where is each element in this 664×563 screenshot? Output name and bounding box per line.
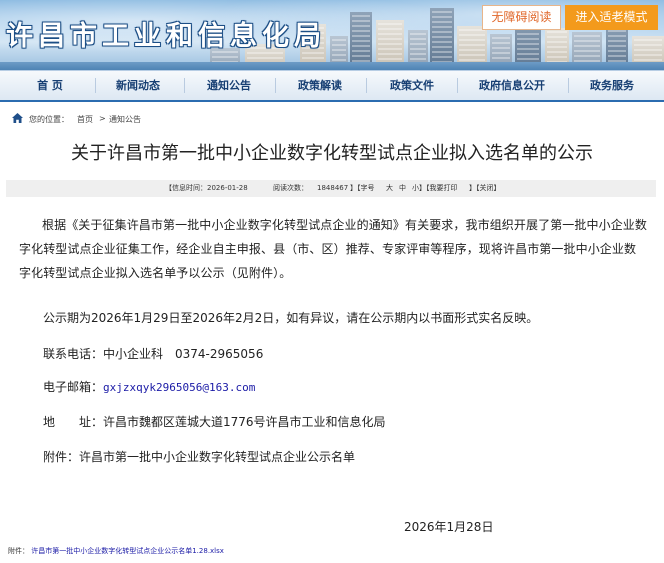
meta-date: 【信息时间：2026-01-28 <box>165 184 248 192</box>
nav-item-government-disclosure[interactable]: 政府信息公开 <box>462 71 562 100</box>
breadcrumb-current-link[interactable]: 通知公告 <box>109 114 141 125</box>
nav-item-policy-documents[interactable]: 政策文件 <box>372 71 452 100</box>
breadcrumb-prefix: 您的位置： <box>29 115 69 124</box>
nav-divider <box>457 78 458 93</box>
close-link[interactable]: 】【关闭】 <box>469 180 501 197</box>
main-nav: 首 页 新闻动态 通知公告 政策解读 政策文件 政府信息公开 政务服务 <box>0 70 664 102</box>
article-paragraph-notice-period: 公示期为2026年1月29日至2026年2月2日，如有异议，请在公示期内以书面形… <box>43 311 539 325</box>
font-size-large-link[interactable]: 大 <box>386 180 393 197</box>
article-paragraph-intro: 根据《关于征集许昌市第一批中小企业数字化转型试点企业的通知》有关要求，我市组织开… <box>19 218 648 280</box>
contact-address-label: 地 址： <box>43 415 104 429</box>
banner-building <box>430 8 454 70</box>
contact-address-line: 地 址：许昌市魏都区莲城大道1776号许昌市工业和信息化局 <box>43 413 386 430</box>
contact-phone-value: 中小企业科 0374-2965056 <box>103 347 264 361</box>
font-size-medium-link[interactable]: 中 <box>399 180 406 197</box>
contact-phone-line: 联系电话：中小企业科 0374-2965056 <box>43 345 263 362</box>
breadcrumb: 您的位置： 首页 > 通知公告 <box>0 110 664 128</box>
contact-email-link[interactable]: gxjzxqyk2965056@163.com <box>103 381 255 394</box>
nav-divider <box>275 78 276 93</box>
meta-views-count: 1848467 <box>317 184 349 192</box>
nav-item-policy-interpretation[interactable]: 政策解读 <box>280 71 360 100</box>
article-meta-bar: 【信息时间：2026-01-28 阅读次数： 1848467 】【字号 大 中 … <box>6 180 656 197</box>
nav-divider <box>366 78 367 93</box>
nav-item-services[interactable]: 政务服务 <box>572 71 652 100</box>
contact-address-value: 许昌市魏都区莲城大道1776号许昌市工业和信息化局 <box>103 415 386 429</box>
print-link[interactable]: 】【我要打印 <box>419 180 458 197</box>
accessibility-button[interactable]: 无障碍阅读 <box>482 5 561 30</box>
article-sign-date: 2026年1月28日 <box>404 520 494 534</box>
header-banner: 许昌市工业和信息化局 无障碍阅读 进入适老模式 <box>0 0 664 70</box>
attachment-bar: 附件： 许昌市第一批中小企业数字化转型试点企业公示名单1.28.xlsx <box>8 546 224 556</box>
meta-font-size-label: 】【字号 <box>350 184 375 192</box>
contact-phone-label: 联系电话： <box>43 347 104 361</box>
attachment-label: 附件： <box>8 547 29 555</box>
font-size-small-link[interactable]: 小 <box>412 180 419 197</box>
meta-views-label: 阅读次数： <box>273 184 308 192</box>
article-attachment-line: 附件：许昌市第一批中小企业数字化转型试点企业公示名单 <box>43 450 356 464</box>
elder-mode-button[interactable]: 进入适老模式 <box>565 5 658 30</box>
contact-email-label: 电子邮箱： <box>43 380 104 394</box>
nav-item-news[interactable]: 新闻动态 <box>98 71 178 100</box>
article-title: 关于许昌市第一批中小企业数字化转型试点企业拟入选名单的公示 <box>71 143 593 164</box>
breadcrumb-separator: > <box>99 114 106 123</box>
nav-item-notices[interactable]: 通知公告 <box>189 71 269 100</box>
home-icon <box>12 113 23 123</box>
nav-item-home[interactable]: 首 页 <box>10 71 90 100</box>
site-title: 许昌市工业和信息化局 <box>6 21 326 52</box>
nav-divider <box>184 78 185 93</box>
banner-water <box>0 62 664 70</box>
nav-divider <box>95 78 96 93</box>
nav-divider <box>568 78 569 93</box>
attachment-file-link[interactable]: 许昌市第一批中小企业数字化转型试点企业公示名单1.28.xlsx <box>31 547 224 555</box>
contact-email-line: 电子邮箱：gxjzxqyk2965056@163.com <box>43 378 255 395</box>
breadcrumb-home-link[interactable]: 首页 <box>77 114 93 125</box>
